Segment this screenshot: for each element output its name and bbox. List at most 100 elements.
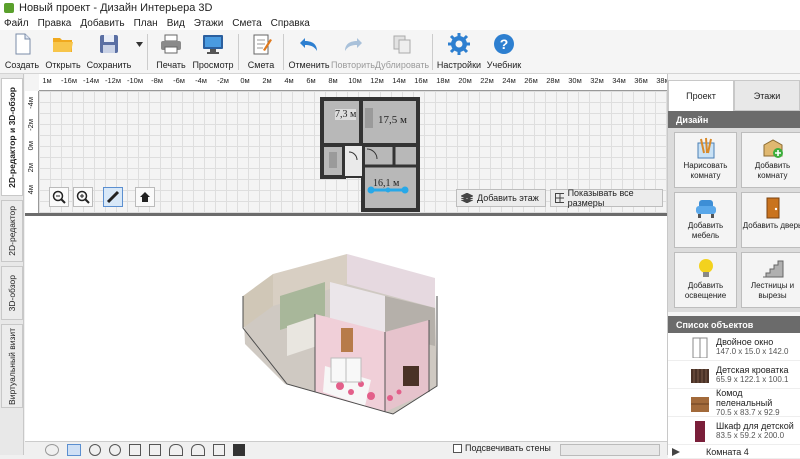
toolbar-separator bbox=[147, 34, 148, 70]
duplicate-icon bbox=[391, 33, 413, 55]
zoom-out-3d-icon[interactable] bbox=[89, 444, 101, 456]
add-door-button[interactable]: Добавить дверь bbox=[741, 192, 800, 248]
ruler-tick-label: -6м bbox=[173, 76, 185, 85]
tab-project[interactable]: Проект bbox=[668, 80, 734, 111]
window-thumb-icon bbox=[692, 337, 708, 358]
menu-add[interactable]: Добавить bbox=[80, 18, 124, 29]
create-button[interactable]: Создать bbox=[2, 30, 42, 74]
plan-2d-editor[interactable]: 1м -16м -14м -12м -10м -8м -6м -4м -2м 0м 2м 4м 6м 8м… bbox=[25, 74, 667, 214]
list-item[interactable]: Детская кроватка 65.9 x 122.1 x 100.1 bbox=[668, 361, 800, 389]
menu-help[interactable]: Справка bbox=[271, 18, 310, 29]
ruler-tick-label: 6м bbox=[306, 76, 316, 85]
tab-2d-editor[interactable]: 2D-редактор bbox=[1, 200, 23, 262]
add-floor-button[interactable]: Добавить этаж bbox=[456, 189, 546, 207]
camera-icon[interactable] bbox=[213, 444, 225, 456]
save-button[interactable]: Сохранить bbox=[84, 30, 134, 74]
zoom-in-3d-icon[interactable] bbox=[109, 444, 121, 456]
home-view-button[interactable] bbox=[135, 187, 155, 207]
list-item[interactable]: Шкаф для детской 83.5 x 59.2 x 200.0 bbox=[668, 417, 800, 445]
rotate-right-icon[interactable] bbox=[149, 444, 161, 456]
stairs-icon bbox=[761, 257, 785, 279]
floppy-icon bbox=[98, 33, 120, 55]
ruler-tick-label: -12м bbox=[105, 76, 121, 85]
view-mode-tabs: 2D-редактор и 3D-обзор 2D-редактор 3D-об… bbox=[0, 74, 24, 455]
menu-edit[interactable]: Правка bbox=[38, 18, 72, 29]
list-item[interactable]: Комод пеленальный 70.5 x 83.7 x 92.9 bbox=[668, 388, 800, 417]
preview-button[interactable]: Просмотр bbox=[191, 30, 235, 74]
menu-file[interactable]: Файл bbox=[4, 18, 29, 29]
measure-button[interactable] bbox=[103, 187, 123, 207]
zoom-out-icon bbox=[52, 190, 66, 204]
toolbar-separator bbox=[238, 34, 239, 70]
redo-button[interactable]: Повторить bbox=[331, 30, 375, 74]
highlight-walls-option[interactable]: Подсвечивать стены bbox=[453, 443, 551, 453]
zoom-in-icon bbox=[76, 190, 90, 204]
view-3d-toolbar: Подсвечивать стены bbox=[25, 441, 667, 456]
print-button[interactable]: Печать bbox=[151, 30, 191, 74]
room-area-label: 17,5 м bbox=[378, 114, 407, 126]
layers-icon bbox=[461, 193, 473, 203]
gear-icon bbox=[448, 33, 470, 55]
ruler-tick-label: 36м bbox=[634, 76, 648, 85]
save-dropdown-arrow[interactable] bbox=[134, 30, 144, 74]
view-3d[interactable] bbox=[25, 216, 667, 441]
ruler-tick-label: 12м bbox=[370, 76, 384, 85]
tutorial-button[interactable]: ? Учебник bbox=[482, 30, 526, 74]
svg-text:?: ? bbox=[500, 36, 509, 52]
ruler-tick-label: 8м bbox=[328, 76, 338, 85]
walk-icon[interactable] bbox=[67, 444, 81, 456]
crib-thumb-icon bbox=[691, 369, 709, 383]
tab-2d-and-3d[interactable]: 2D-редактор и 3D-обзор bbox=[1, 78, 23, 196]
zoom-in-button[interactable] bbox=[73, 187, 93, 207]
ruler-tick-label: 34м bbox=[612, 76, 626, 85]
notepad-icon bbox=[250, 33, 272, 55]
undo-button[interactable]: Отменить bbox=[287, 30, 331, 74]
stairs-button[interactable]: Лестницы и вырезы bbox=[741, 252, 800, 308]
design-buttons: Нарисовать комнату Добавить комнату Доба… bbox=[668, 128, 800, 312]
zoom-out-button[interactable] bbox=[49, 187, 69, 207]
tilt-down-icon[interactable] bbox=[191, 444, 205, 456]
tab-3d-view[interactable]: 3D-обзор bbox=[1, 266, 23, 320]
ruler-tick-label: -10м bbox=[127, 76, 143, 85]
highlight-walls-checkbox[interactable] bbox=[453, 443, 462, 453]
rotate-view-icon[interactable] bbox=[45, 444, 59, 456]
tilt-up-icon[interactable] bbox=[169, 444, 183, 456]
add-lighting-button[interactable]: Добавить освещение bbox=[674, 252, 737, 308]
add-room-button[interactable]: Добавить комнату bbox=[741, 132, 800, 188]
add-furniture-button[interactable]: Добавить мебель bbox=[674, 192, 737, 248]
expand-arrow-icon bbox=[672, 447, 680, 456]
ruler-tick-label: 22м bbox=[480, 76, 494, 85]
duplicate-button[interactable]: Дублировать bbox=[375, 30, 429, 74]
settings-button[interactable]: Настройки bbox=[436, 30, 482, 74]
tab-floors[interactable]: Этажи bbox=[734, 80, 800, 111]
ruler-tick-label: 26м bbox=[524, 76, 538, 85]
draw-room-button[interactable]: Нарисовать комнату bbox=[674, 132, 737, 188]
show-all-sizes-button[interactable]: Показывать все размеры bbox=[550, 188, 663, 208]
list-item[interactable]: Двойное окно 147.0 x 15.0 x 142.0 bbox=[668, 333, 800, 361]
undo-icon bbox=[298, 33, 320, 55]
redo-icon bbox=[342, 33, 364, 55]
ruler-tick-label: 2м bbox=[26, 163, 35, 173]
ruler-tick-label: 14м bbox=[392, 76, 406, 85]
dimensions-icon bbox=[555, 193, 564, 203]
wardrobe-thumb-icon bbox=[695, 421, 705, 442]
view-3d-extra-button[interactable] bbox=[560, 444, 660, 456]
menu-plan[interactable]: План bbox=[134, 18, 158, 29]
menu-floors[interactable]: Этажи bbox=[194, 18, 224, 29]
tab-virtual-visit[interactable]: Виртуальный визит bbox=[1, 324, 23, 408]
home-3d-icon[interactable] bbox=[233, 444, 245, 456]
house-3d-model[interactable] bbox=[25, 216, 667, 441]
design-section-header: Дизайн bbox=[668, 111, 800, 128]
window-title: Новый проект - Дизайн Интерьера 3D bbox=[19, 2, 213, 14]
estimate-button[interactable]: Смета bbox=[242, 30, 280, 74]
menu-view[interactable]: Вид bbox=[167, 18, 185, 29]
room-area-label: 16,1 м bbox=[373, 178, 400, 189]
menu-estimate[interactable]: Смета bbox=[232, 18, 261, 29]
ruler-icon bbox=[106, 190, 120, 204]
list-item[interactable]: Комната 4 bbox=[668, 445, 800, 459]
main-toolbar: Создать Открыть Сохранить Печать Просмот… bbox=[0, 30, 800, 74]
ruler-tick-label: -2м bbox=[26, 119, 35, 131]
rotate-left-icon[interactable] bbox=[129, 444, 141, 456]
new-file-icon bbox=[11, 33, 33, 55]
open-button[interactable]: Открыть bbox=[42, 30, 84, 74]
